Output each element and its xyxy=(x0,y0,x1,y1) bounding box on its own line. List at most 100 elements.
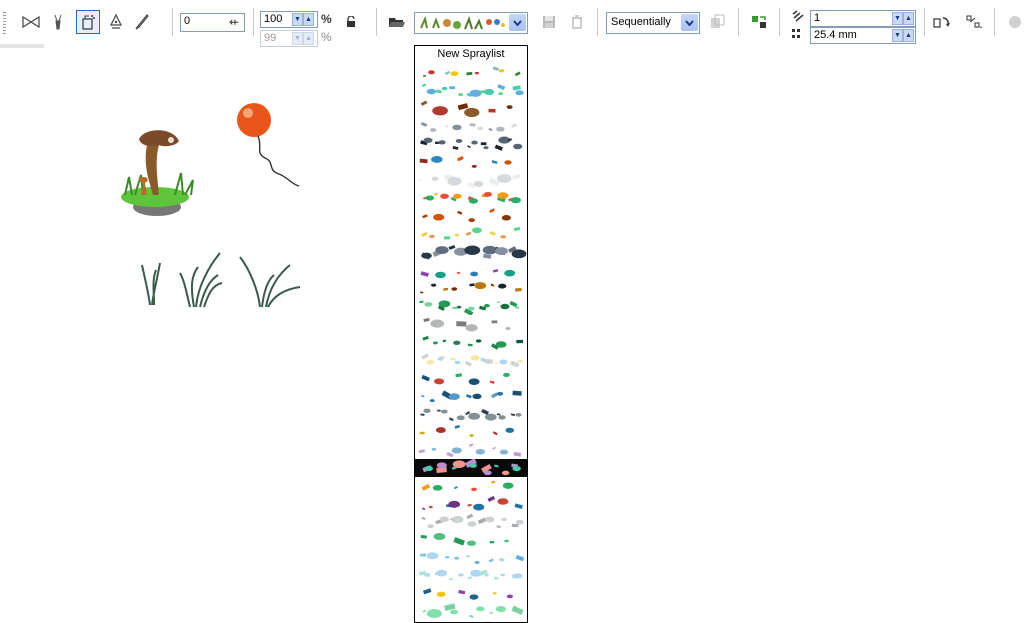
spraylist-item[interactable] xyxy=(415,531,527,549)
offset-icon[interactable] xyxy=(963,11,985,33)
separator xyxy=(253,8,254,36)
spraylist-item[interactable] xyxy=(415,423,527,441)
spraylist-item[interactable] xyxy=(415,297,527,315)
mushroom-spray-object[interactable] xyxy=(115,125,205,220)
size-spinner[interactable]: ▼ ▲ xyxy=(292,13,314,26)
spraylist-item[interactable] xyxy=(415,351,527,369)
spraylist-item[interactable] xyxy=(415,405,527,423)
spray-stroke-preview-icon xyxy=(421,390,522,403)
spraylist-item[interactable] xyxy=(415,81,527,99)
spraylist-dropdown[interactable]: New Spraylist xyxy=(414,45,528,623)
spray-stroke-preview-icon xyxy=(422,588,514,600)
brush-icon[interactable] xyxy=(47,11,69,33)
spraylist-item[interactable] xyxy=(415,153,527,171)
pen-nib-icon[interactable] xyxy=(105,11,127,33)
spacing-spinner[interactable]: ▼ ▲ xyxy=(892,29,914,42)
spray-stroke-preview-icon xyxy=(420,282,522,294)
folder-open-icon[interactable] xyxy=(386,11,408,33)
size-unit: % xyxy=(321,12,332,26)
chevron-down-icon[interactable] xyxy=(681,14,698,31)
spray-stroke-preview-icon xyxy=(420,100,513,117)
rotation-icon[interactable] xyxy=(931,11,953,33)
spraylist-item[interactable] xyxy=(415,441,527,459)
spray-stroke-preview-icon xyxy=(420,408,522,422)
spray-stroke-preview-icon xyxy=(421,83,524,97)
dabs-field[interactable]: 1 ▼ ▲ xyxy=(810,10,916,27)
lock-icon[interactable] xyxy=(340,11,362,33)
spray-stroke-preview-icon xyxy=(423,191,521,204)
spraylist-strokes xyxy=(415,63,527,622)
spraylist-item[interactable] xyxy=(415,261,527,279)
separator xyxy=(738,8,739,36)
size2-spinner: ▼ ▲ xyxy=(292,32,314,45)
trash-icon xyxy=(566,11,588,33)
separator xyxy=(376,8,377,36)
spraylist-item[interactable] xyxy=(415,585,527,603)
spraylist-combo[interactable] xyxy=(414,12,528,34)
spacing-field[interactable]: 25.4 mm ▼ ▲ xyxy=(810,27,916,44)
dabs-value: 1 xyxy=(814,12,821,24)
spacing-value: 25.4 mm xyxy=(814,29,857,41)
pressure-pen-icon[interactable] xyxy=(131,11,153,33)
spraylist-item[interactable] xyxy=(415,99,527,117)
spray-stroke-preview-icon xyxy=(420,552,525,564)
size-field[interactable]: 100 ▼ ▲ xyxy=(260,11,318,28)
spacing-icon xyxy=(790,27,806,41)
spraylist-item[interactable] xyxy=(415,369,527,387)
size-value: 100 xyxy=(264,13,283,25)
spray-stroke-preview-icon xyxy=(420,533,509,546)
spraylist-item[interactable] xyxy=(415,513,527,531)
add-to-spraylist-icon[interactable] xyxy=(748,11,770,33)
spraylist-item[interactable] xyxy=(415,117,527,135)
spray-stroke-preview-icon xyxy=(422,335,524,350)
spray-order-combo[interactable]: Sequentially xyxy=(606,12,700,34)
spray-stroke-preview-icon xyxy=(419,424,515,437)
playlist-icon xyxy=(706,11,728,33)
spray-stroke-preview-icon xyxy=(423,317,511,332)
spray-stroke-preview-icon xyxy=(421,226,521,240)
grass-spray-object[interactable] xyxy=(140,245,305,310)
separator xyxy=(994,8,995,36)
dabs-spinner[interactable]: ▼ ▲ xyxy=(892,12,914,25)
spraylist-item[interactable] xyxy=(415,135,527,153)
size2-value: 99 xyxy=(264,32,277,44)
chevron-down-icon[interactable] xyxy=(509,14,526,31)
spray-stroke-preview-icon xyxy=(422,66,521,78)
preset-icon[interactable] xyxy=(20,11,42,33)
toolbar-grip[interactable] xyxy=(3,12,6,34)
spraylist-item[interactable] xyxy=(415,459,527,477)
spray-stroke-preview-icon xyxy=(419,300,520,315)
spray-stroke-preview-icon xyxy=(421,480,514,492)
spraylist-item[interactable] xyxy=(415,567,527,585)
spraylist-item[interactable] xyxy=(415,189,527,207)
size2-unit: % xyxy=(321,30,332,44)
spraylist-item[interactable] xyxy=(415,63,527,81)
spray-stroke-preview-icon xyxy=(421,353,523,368)
spraylist-item[interactable] xyxy=(415,549,527,567)
spraylist-item[interactable] xyxy=(415,225,527,243)
spraylist-item[interactable] xyxy=(415,243,527,261)
spraylist-item[interactable] xyxy=(415,171,527,189)
sprayer-icon[interactable] xyxy=(76,10,100,34)
spray-stroke-preview-icon xyxy=(422,459,521,476)
reset-icon xyxy=(1004,11,1026,33)
property-bar: 0 ⇷ 100 ▼ ▲ % 99 ▼ ▲ % Sequentially 1 ▼ … xyxy=(0,0,1029,47)
spraylist-header[interactable]: New Spraylist xyxy=(415,46,527,63)
balloon-spray-object[interactable] xyxy=(233,100,308,190)
spraylist-item[interactable] xyxy=(415,603,527,621)
separator xyxy=(597,8,598,36)
spray-stroke-preview-icon xyxy=(420,121,518,132)
smoothing-field[interactable]: 0 ⇷ xyxy=(180,13,245,32)
spraylist-item[interactable] xyxy=(415,387,527,405)
spraylist-item[interactable] xyxy=(415,315,527,333)
spraylist-item[interactable] xyxy=(415,477,527,495)
separator xyxy=(924,8,925,36)
spraylist-item[interactable] xyxy=(415,207,527,225)
smoothing-slider-icon[interactable]: ⇷ xyxy=(229,15,239,29)
spraylist-item[interactable] xyxy=(415,333,527,351)
spray-stroke-preview-icon xyxy=(420,244,527,260)
spray-stroke-preview-icon xyxy=(419,156,512,168)
separator xyxy=(172,8,173,36)
spraylist-item[interactable] xyxy=(415,279,527,297)
spraylist-item[interactable] xyxy=(415,495,527,513)
